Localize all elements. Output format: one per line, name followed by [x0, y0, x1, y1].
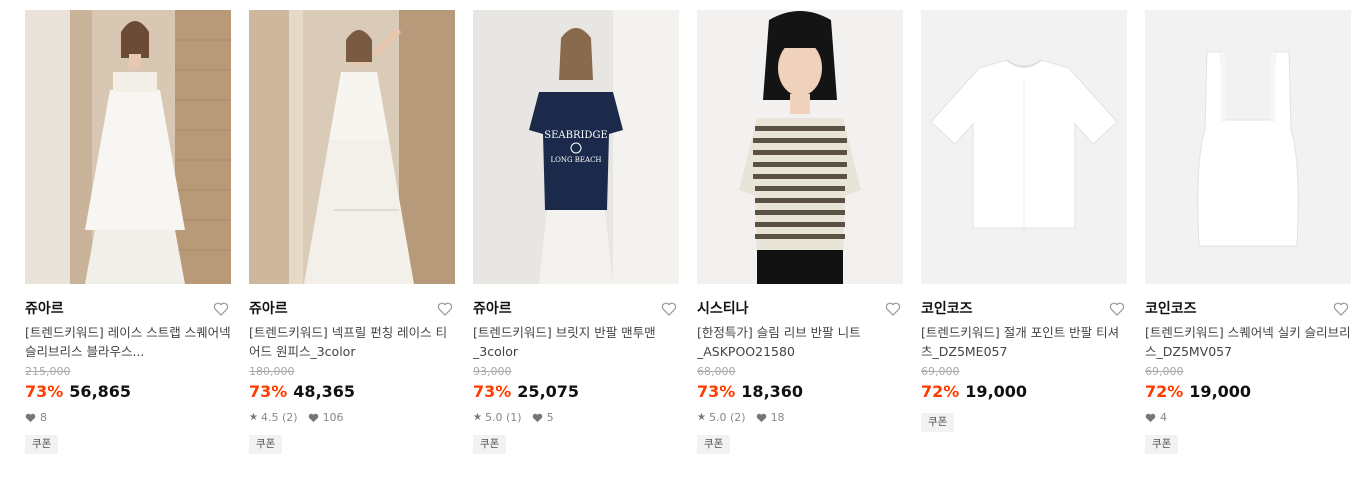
star-icon: ★ — [473, 412, 482, 423]
review-count: (1) — [505, 411, 522, 424]
wishlist-heart-icon[interactable] — [1109, 301, 1125, 317]
star-icon: ★ — [697, 412, 706, 423]
wishlist-heart-icon[interactable] — [1333, 301, 1349, 317]
discount-rate: 73% — [249, 382, 288, 401]
sale-price: 19,000 — [965, 382, 1028, 401]
rating-value: 5.0 — [484, 411, 503, 424]
rating-value: 5.0 — [708, 411, 727, 424]
wishlist-heart-icon[interactable] — [885, 301, 901, 317]
product-meta: 4 — [1145, 410, 1351, 426]
product-meta: ★ 5.0 (2) 18 — [697, 410, 903, 426]
product-name[interactable]: [한정특가] 슬림 리브 반팔 니트_ASKPOO21580 — [697, 323, 903, 361]
likes-count: 8 — [40, 411, 47, 424]
brand-name[interactable]: 코인코즈 — [1145, 301, 1197, 317]
likes-count: 18 — [770, 411, 785, 424]
coupon-badge: 쿠폰 — [249, 435, 283, 454]
discount-rate: 73% — [25, 382, 64, 401]
brand-name[interactable]: 쥬아르 — [25, 301, 64, 317]
product-name[interactable]: [트렌드키워드] 스퀘어넥 실키 슬리브리스_DZ5MV057 — [1145, 323, 1351, 361]
likes-count: 106 — [322, 411, 344, 424]
product-meta: ★ 5.0 (1) 5 — [473, 410, 679, 426]
coupon-badge: 쿠폰 — [1145, 435, 1179, 454]
product-card[interactable]: 코인코즈 [트렌드키워드] 스퀘어넥 실키 슬리브리스_DZ5MV057 69,… — [1145, 10, 1351, 454]
product-card[interactable]: 코인코즈 [트렌드키워드] 절개 포인트 반팔 티셔츠_DZ5ME057 69,… — [921, 10, 1127, 432]
product-image[interactable] — [1145, 10, 1351, 284]
product-grid: 쥬아르 [트렌드키워드] 레이스 스트랩 스퀘어넥 슬리브리스 블라우스... … — [0, 0, 1363, 480]
original-price: 69,000 — [1145, 365, 1184, 378]
original-price: 215,000 — [25, 365, 71, 378]
sale-price: 25,075 — [517, 382, 580, 401]
coupon-badge: 쿠폰 — [921, 413, 955, 432]
likes-heart-icon — [1145, 413, 1156, 423]
likes-heart-icon — [308, 413, 319, 423]
wishlist-heart-icon[interactable] — [213, 301, 229, 317]
product-meta: 8 — [25, 410, 231, 426]
likes-count: 4 — [1160, 411, 1167, 424]
product-photo: SEABRIDGE LONG BEACH — [473, 10, 679, 284]
wishlist-heart-icon[interactable] — [437, 301, 453, 317]
original-price: 69,000 — [921, 365, 960, 378]
product-meta: ★ 4.5 (2) 106 — [249, 410, 455, 426]
original-price: 68,000 — [697, 365, 736, 378]
sale-price: 56,865 — [69, 382, 132, 401]
discount-rate: 73% — [473, 382, 512, 401]
shirt-print-text: LONG BEACH — [550, 156, 601, 164]
sale-price: 48,365 — [293, 382, 356, 401]
product-photo — [697, 10, 903, 284]
brand-name[interactable]: 코인코즈 — [921, 301, 973, 317]
product-photo — [921, 10, 1127, 284]
sale-price: 19,000 — [1189, 382, 1252, 401]
discount-rate: 73% — [697, 382, 736, 401]
product-card[interactable]: 쥬아르 [트렌드키워드] 레이스 스트랩 스퀘어넥 슬리브리스 블라우스... … — [25, 10, 231, 454]
likes-heart-icon — [532, 413, 543, 423]
product-name[interactable]: [트렌드키워드] 브릿지 반팔 맨투맨_3color — [473, 323, 679, 361]
discount-rate: 72% — [921, 382, 960, 401]
product-photo — [249, 10, 455, 284]
sale-price: 18,360 — [741, 382, 804, 401]
likes-heart-icon — [25, 413, 36, 423]
product-image[interactable] — [697, 10, 903, 284]
rating-value: 4.5 — [260, 411, 279, 424]
review-count: (2) — [729, 411, 746, 424]
product-name[interactable]: [트렌드키워드] 넥프릴 펀칭 레이스 티어드 원피스_3color — [249, 323, 455, 361]
coupon-badge: 쿠폰 — [473, 435, 507, 454]
product-image[interactable] — [249, 10, 455, 284]
shirt-print-text: SEABRIDGE — [544, 130, 608, 141]
brand-name[interactable]: 쥬아르 — [473, 301, 512, 317]
likes-count: 5 — [546, 411, 554, 424]
discount-rate: 72% — [1145, 382, 1184, 401]
review-count: (2) — [281, 411, 298, 424]
likes-heart-icon — [756, 413, 767, 423]
product-card[interactable]: 쥬아르 [트렌드키워드] 넥프릴 펀칭 레이스 티어드 원피스_3color 1… — [249, 10, 455, 454]
product-photo — [1145, 10, 1351, 284]
product-card[interactable]: 시스티나 [한정특가] 슬림 리브 반팔 니트_ASKPOO21580 68,0… — [697, 10, 903, 454]
product-name[interactable]: [트렌드키워드] 레이스 스트랩 스퀘어넥 슬리브리스 블라우스... — [25, 323, 231, 361]
original-price: 93,000 — [473, 365, 512, 378]
product-name[interactable]: [트렌드키워드] 절개 포인트 반팔 티셔츠_DZ5ME057 — [921, 323, 1127, 361]
star-icon: ★ — [249, 412, 258, 423]
product-card[interactable]: SEABRIDGE LONG BEACH 쥬아르 [트렌드키워드] 브릿지 반팔… — [473, 10, 679, 454]
product-image[interactable]: SEABRIDGE LONG BEACH — [473, 10, 679, 284]
brand-name[interactable]: 시스티나 — [697, 301, 749, 317]
coupon-badge: 쿠폰 — [25, 435, 59, 454]
original-price: 180,000 — [249, 365, 295, 378]
brand-name[interactable]: 쥬아르 — [249, 301, 288, 317]
product-image[interactable] — [921, 10, 1127, 284]
product-photo — [25, 10, 231, 284]
product-image[interactable] — [25, 10, 231, 284]
wishlist-heart-icon[interactable] — [661, 301, 677, 317]
coupon-badge: 쿠폰 — [697, 435, 731, 454]
